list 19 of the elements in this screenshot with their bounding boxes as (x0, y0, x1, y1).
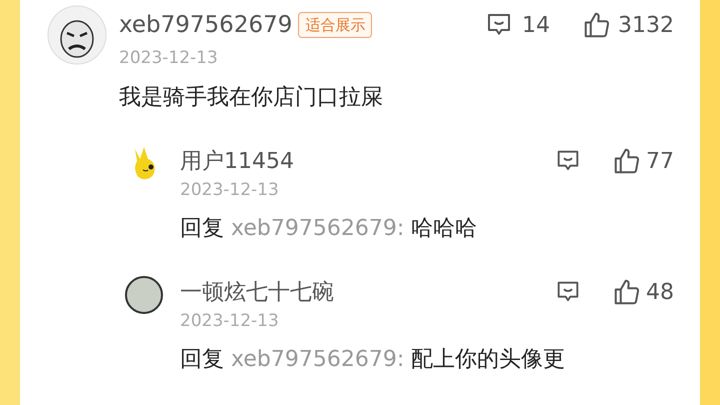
tag-label: 适合展示 (298, 12, 372, 38)
thumbs-up-icon[interactable] (612, 277, 642, 307)
comment-text: 我是骑手我在你店门口拉屎 (119, 84, 384, 112)
reply-text: 回复 xeb797562679: 哈哈哈 (180, 215, 478, 243)
like-count: 3132 (618, 12, 674, 40)
photo-placeholder[interactable] (125, 276, 163, 314)
username[interactable]: xeb797562679 (119, 8, 292, 42)
reply-date: 2023-12-13 (180, 179, 280, 201)
like-count: 77 (646, 148, 674, 176)
comment-date: 2023-12-13 (119, 47, 219, 69)
username[interactable]: 用户11454 (180, 144, 294, 178)
reply-count: 14 (522, 12, 550, 40)
thumbs-up-icon[interactable] (612, 146, 642, 176)
like-count: 48 (646, 278, 674, 306)
reply-date: 2023-12-13 (180, 310, 280, 332)
reply-text: 回复 xeb797562679: 配上你的头像更 (180, 346, 566, 374)
cartoon-face-avatar[interactable] (47, 5, 107, 65)
username[interactable]: 一顿炫七十七碗 (180, 276, 334, 308)
thumbs-up-icon[interactable] (582, 10, 612, 40)
